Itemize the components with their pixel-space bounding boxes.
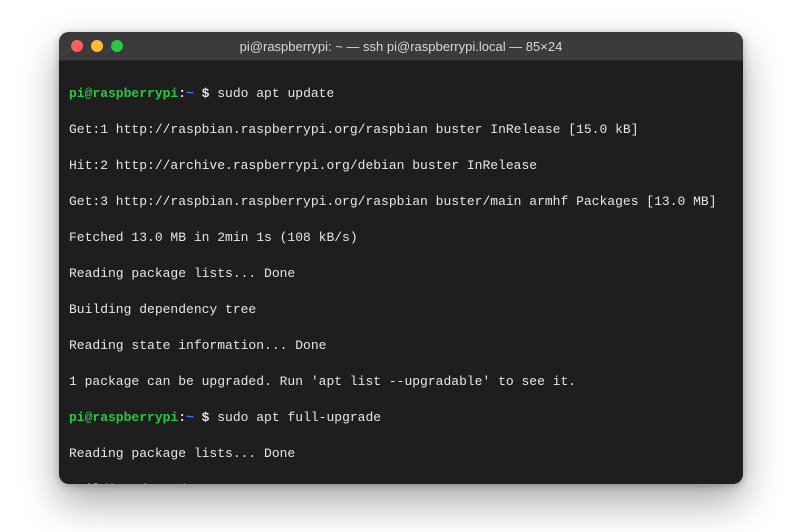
prompt-line: pi@raspberrypi:~ $ sudo apt full-upgrade [69, 409, 733, 427]
prompt-path: ~ [186, 410, 194, 425]
prompt-user: pi@raspberrypi [69, 86, 178, 101]
window-title: pi@raspberrypi: ~ — ssh pi@raspberrypi.l… [59, 39, 743, 54]
output-line: Reading package lists... Done [69, 265, 733, 283]
terminal-body[interactable]: pi@raspberrypi:~ $ sudo apt update Get:1… [59, 61, 743, 484]
output-line: Building dependency tree [69, 301, 733, 319]
terminal-window: pi@raspberrypi: ~ — ssh pi@raspberrypi.l… [59, 32, 743, 484]
zoom-icon[interactable] [111, 40, 123, 52]
titlebar[interactable]: pi@raspberrypi: ~ — ssh pi@raspberrypi.l… [59, 32, 743, 61]
command-text: sudo apt full-upgrade [217, 410, 381, 425]
traffic-lights [59, 40, 123, 52]
minimize-icon[interactable] [91, 40, 103, 52]
prompt-sigil: $ [194, 86, 217, 101]
prompt-user: pi@raspberrypi [69, 410, 178, 425]
output-line: Reading state information... Done [69, 337, 733, 355]
output-line: Get:3 http://raspbian.raspberrypi.org/ra… [69, 193, 733, 211]
output-line: Hit:2 http://archive.raspberrypi.org/deb… [69, 157, 733, 175]
close-icon[interactable] [71, 40, 83, 52]
prompt-sep: : [178, 86, 186, 101]
output-line: Reading package lists... Done [69, 445, 733, 463]
command-text: sudo apt update [217, 86, 334, 101]
output-line: Building dependency tree [69, 481, 733, 484]
output-line: Get:1 http://raspbian.raspberrypi.org/ra… [69, 121, 733, 139]
output-line: 1 package can be upgraded. Run 'apt list… [69, 373, 733, 391]
prompt-line: pi@raspberrypi:~ $ sudo apt update [69, 85, 733, 103]
prompt-sep: : [178, 410, 186, 425]
prompt-path: ~ [186, 86, 194, 101]
output-line: Fetched 13.0 MB in 2min 1s (108 kB/s) [69, 229, 733, 247]
prompt-sigil: $ [194, 410, 217, 425]
